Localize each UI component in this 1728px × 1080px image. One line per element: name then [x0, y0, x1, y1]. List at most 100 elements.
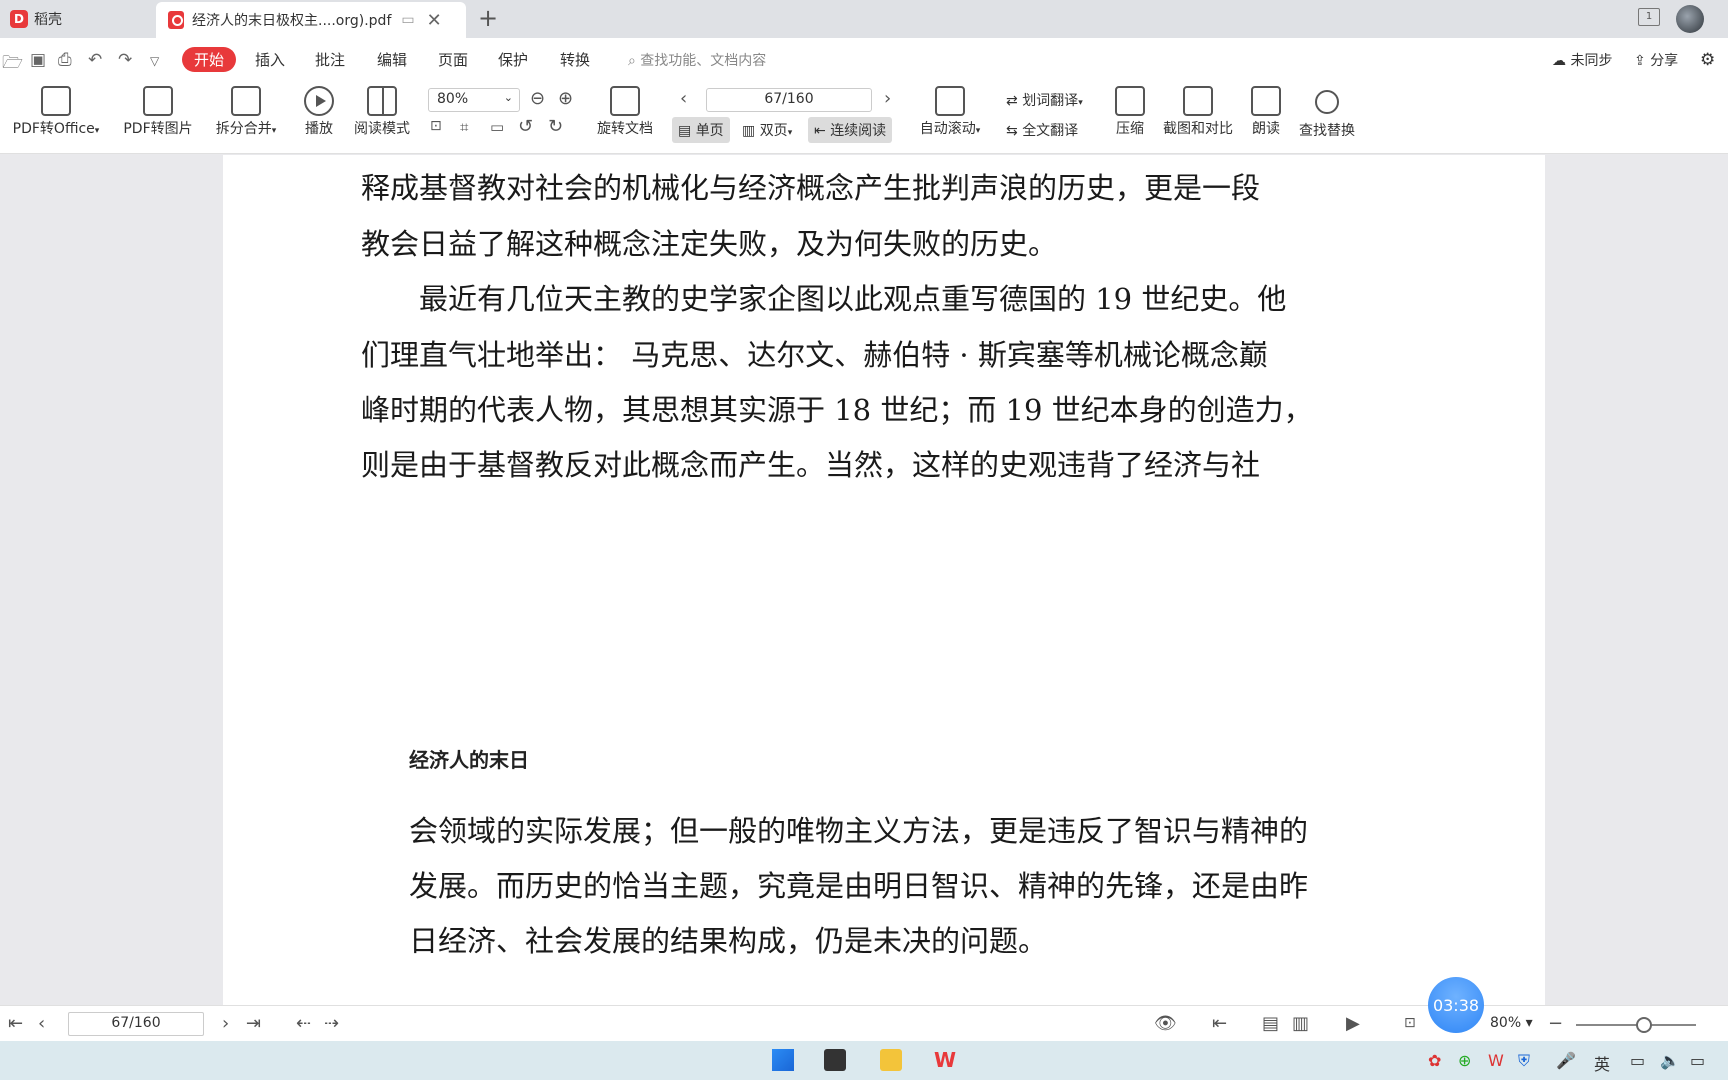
last-page-icon[interactable]: ⇥	[246, 1013, 261, 1034]
zoom-select[interactable]: 80% ⌄	[428, 88, 520, 112]
share-button[interactable]: ⇪ 分享	[1634, 50, 1678, 70]
tray-wps-icon[interactable]: W	[1488, 1051, 1504, 1070]
pdf-to-office-button[interactable]: PDF转Office▾	[8, 86, 104, 138]
menu-protect[interactable]: 保护	[498, 49, 528, 70]
windows-start-icon[interactable]	[772, 1049, 794, 1071]
double-page-view-icon[interactable]: ▥	[1292, 1013, 1309, 1034]
double-page-button[interactable]: ▥ 双页▾	[736, 117, 798, 143]
single-page-label: 单页	[695, 123, 724, 139]
search-placeholder: 查找功能、文档内容	[640, 53, 767, 69]
tab-home[interactable]: D 稻壳	[0, 0, 154, 38]
terminal-app-icon[interactable]	[824, 1049, 846, 1071]
zoom-minus-icon[interactable]: −	[1548, 1013, 1563, 1034]
zoom-out-icon[interactable]: ⊖	[530, 88, 545, 109]
status-zoom[interactable]: 80% ▾	[1490, 1015, 1533, 1031]
full-translate-button[interactable]: ⇆ 全文翻译	[1006, 120, 1078, 140]
tab-close-icon[interactable]: ✕	[427, 10, 442, 31]
settings-gear-icon[interactable]: ⚙	[1700, 50, 1715, 70]
network-icon[interactable]: ▭	[1630, 1051, 1645, 1070]
back-icon[interactable]: ⇠	[296, 1013, 311, 1034]
forward-icon[interactable]: ⇢	[324, 1013, 339, 1034]
status-page-input[interactable]: 67/160	[68, 1012, 204, 1036]
rotate-document-icon	[610, 86, 640, 116]
full-translate-label: 全文翻译	[1022, 123, 1079, 139]
auto-scroll-label: 自动滚动	[919, 121, 976, 137]
recording-timer-badge[interactable]: 03:38	[1428, 977, 1484, 1033]
ime-indicator[interactable]: 英	[1594, 1051, 1610, 1075]
next-page-icon[interactable]: ›	[884, 88, 891, 109]
status-zoom-value: 80%	[1490, 1015, 1522, 1031]
rotate-left-icon[interactable]: ↺	[518, 116, 533, 137]
tray-app-icon[interactable]: ✿	[1428, 1051, 1441, 1070]
pdf-file-icon	[168, 11, 184, 29]
eye-protection-icon[interactable]: 👁	[1154, 1013, 1177, 1034]
zoom-in-icon[interactable]: ⊕	[558, 88, 573, 109]
play-label: 播放	[305, 121, 333, 137]
tab-document[interactable]: 经济人的末日极权主....org).pdf ▭ ✕	[156, 2, 466, 38]
avatar[interactable]	[1676, 5, 1704, 33]
continuous-read-button[interactable]: ⇤ 连续阅读	[808, 117, 893, 143]
continuous-view-icon[interactable]: ⇤	[1212, 1013, 1227, 1034]
file-explorer-icon[interactable]	[880, 1049, 902, 1071]
actual-size-icon[interactable]: ⊡	[430, 118, 442, 134]
text-line: 释成基督教对社会的机械化与经济概念产生批判声浪的历史，更是一段	[361, 171, 1261, 205]
single-page-view-icon[interactable]: ▤	[1262, 1013, 1279, 1034]
pdf-to-image-button[interactable]: PDF转图片	[120, 86, 196, 138]
tab-home-label: 稻壳	[34, 12, 62, 28]
zoom-slider-handle[interactable]	[1636, 1017, 1652, 1033]
rotate-right-icon[interactable]: ↻	[548, 116, 563, 137]
wps-office-icon[interactable]: W	[934, 1049, 956, 1071]
cloud-icon: ☁	[1552, 53, 1566, 69]
page-number-input[interactable]: 67/160	[706, 88, 872, 112]
more-dropdown-icon[interactable]: ▽	[150, 54, 159, 68]
running-header: 经济人的末日	[409, 748, 529, 772]
compress-label: 压缩	[1116, 121, 1144, 137]
compress-button[interactable]: 压缩	[1112, 86, 1148, 138]
menu-page[interactable]: 页面	[438, 49, 468, 70]
document-viewer[interactable]: 释成基督教对社会的机械化与经济概念产生批判声浪的历史，更是一段 教会日益了解这种…	[0, 155, 1728, 1005]
single-page-button[interactable]: ▤ 单页	[672, 117, 730, 143]
play-button[interactable]: 播放	[300, 86, 338, 138]
continuous-read-icon: ⇤	[814, 123, 826, 139]
menu-insert[interactable]: 插入	[255, 49, 285, 70]
tab-window-icon[interactable]: ▭	[401, 12, 414, 28]
sync-button[interactable]: ☁ 未同步	[1552, 50, 1612, 70]
volume-icon[interactable]: 🔈	[1660, 1051, 1680, 1070]
rotate-document-button[interactable]: 旋转文档	[592, 86, 658, 138]
chevron-down-icon: ⌄	[503, 91, 513, 104]
word-translate-button[interactable]: ⇄ 划词翻译▾	[1006, 90, 1083, 110]
sync-label: 未同步	[1570, 53, 1613, 69]
print-icon[interactable]: ⎙	[58, 50, 72, 70]
fit-width-icon[interactable]: ▭	[490, 118, 504, 136]
prev-page-icon[interactable]: ‹	[680, 88, 687, 109]
undo-icon[interactable]: ↶	[88, 50, 102, 70]
tray-plus-icon[interactable]: ⊕	[1458, 1051, 1471, 1070]
first-page-icon[interactable]: ⇤	[8, 1013, 23, 1034]
menu-convert[interactable]: 转换	[560, 49, 590, 70]
window-count-icon[interactable]: 1	[1638, 8, 1660, 26]
redo-icon[interactable]: ↷	[118, 50, 132, 70]
battery-icon[interactable]: ▭	[1690, 1051, 1705, 1070]
text-line: 则是由于基督教反对此概念而产生。当然，这样的史观违背了经济与社	[361, 448, 1261, 482]
screenshot-compare-button[interactable]: 截图和对比	[1160, 86, 1236, 138]
fit-page-icon[interactable]: ⌗	[460, 118, 468, 136]
new-tab-icon[interactable]: +	[478, 4, 498, 32]
auto-scroll-button[interactable]: 自动滚动▾	[914, 86, 986, 138]
open-folder-icon[interactable]: 🗁	[2, 50, 23, 79]
next-page-icon[interactable]: ›	[222, 1013, 229, 1034]
split-merge-button[interactable]: 拆分合并▾	[210, 86, 282, 138]
save-icon[interactable]: ▣	[30, 50, 46, 70]
read-aloud-button[interactable]: 朗读	[1248, 86, 1284, 138]
actual-size-icon[interactable]: ⊡	[1404, 1015, 1416, 1031]
play-slideshow-icon[interactable]: ▶	[1346, 1013, 1360, 1034]
menu-start[interactable]: 开始	[182, 47, 237, 72]
read-mode-button[interactable]: 阅读模式	[350, 86, 414, 138]
menu-edit[interactable]: 编辑	[377, 49, 407, 70]
function-search[interactable]: ⌕ 查找功能、文档内容	[628, 50, 766, 70]
find-replace-button[interactable]: 查找替换	[1296, 86, 1358, 140]
security-shield-icon[interactable]: ⛨	[1518, 1051, 1530, 1071]
image-icon	[143, 86, 173, 116]
microphone-icon[interactable]: 🎤	[1556, 1051, 1576, 1070]
menu-annotate[interactable]: 批注	[315, 49, 345, 70]
prev-page-icon[interactable]: ‹	[38, 1013, 45, 1034]
